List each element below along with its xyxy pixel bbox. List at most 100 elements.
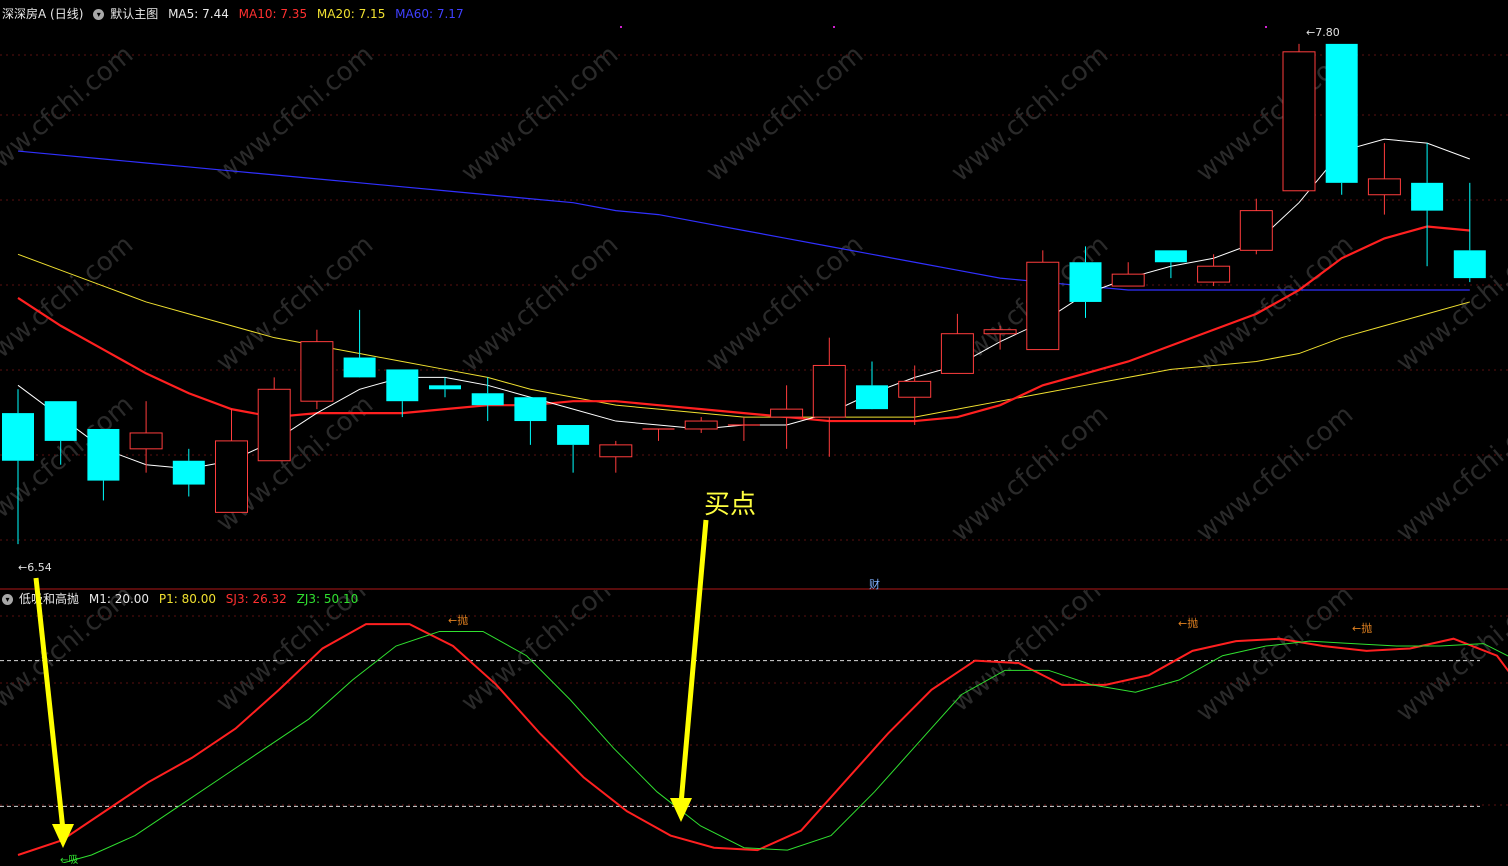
candle-body xyxy=(1197,265,1231,283)
zj3-value: ZJ3: 50.10 xyxy=(296,592,359,606)
candle xyxy=(1325,43,1358,195)
candle xyxy=(812,337,846,457)
candle xyxy=(386,369,419,418)
watermark: www.cfchi.com xyxy=(701,40,870,188)
candle-body xyxy=(812,364,846,418)
stock-title[interactable]: 深深房A (日线) xyxy=(2,7,83,21)
candle-body xyxy=(257,388,291,462)
candle xyxy=(1111,262,1145,287)
template-name[interactable]: 默认主图 xyxy=(110,7,158,21)
candle-body xyxy=(1282,51,1316,192)
sell-mark: ←抛 xyxy=(448,614,469,627)
candle xyxy=(343,309,376,378)
candle xyxy=(1197,254,1231,287)
candle-body xyxy=(343,357,376,378)
candle-body xyxy=(1069,262,1102,302)
watermark: www.cfchi.com xyxy=(1391,230,1508,378)
candle-body xyxy=(44,401,77,441)
candle-body xyxy=(1325,43,1358,183)
candle-body xyxy=(557,425,590,445)
candle xyxy=(1453,182,1486,283)
candle xyxy=(770,385,804,449)
candle xyxy=(684,417,718,433)
finance-marker[interactable]: 财 xyxy=(869,576,880,592)
absorb-mark: ←吸 xyxy=(60,855,79,866)
candle-body xyxy=(983,329,1017,335)
candle xyxy=(429,377,461,398)
ma10-value: MA10: 7.35 xyxy=(238,7,308,21)
candle-body xyxy=(129,432,163,450)
watermark: www.cfchi.com xyxy=(211,590,380,718)
candle-body xyxy=(599,444,633,458)
candle-body xyxy=(898,380,932,398)
candle xyxy=(514,397,547,445)
watermark: www.cfchi.com xyxy=(456,40,625,188)
stock-chart-window[interactable]: www.cfchi.com www.cfchi.com www.cfchi.com w… xyxy=(0,0,1508,866)
ma20-value: MA20: 7.15 xyxy=(316,7,386,21)
candle xyxy=(642,428,675,441)
watermark: www.cfchi.com xyxy=(1391,400,1508,548)
candle xyxy=(727,417,760,441)
watermark: www.cfchi.com xyxy=(211,40,380,188)
candle xyxy=(1367,143,1401,215)
ma60-value: MA60: 7.17 xyxy=(395,7,464,21)
main-header: 深深房A (日线) ▾ 默认主图 MA5: 7.44 MA10: 7.35 MA2… xyxy=(2,5,470,23)
indicator-toggle-icon[interactable]: ▾ xyxy=(2,594,13,605)
sell-mark: ←抛 xyxy=(1178,617,1199,630)
candle-body xyxy=(300,341,334,402)
candle xyxy=(257,377,291,462)
indicator-name[interactable]: 低吸和高抛 xyxy=(19,592,79,606)
watermark: www.cfchi.com xyxy=(701,230,870,378)
candle-body xyxy=(2,413,34,461)
candle-body xyxy=(856,385,888,410)
watermark: www.cfchi.com xyxy=(0,230,139,378)
price-low-label: ←6.54 xyxy=(18,561,52,574)
candle-body xyxy=(1026,261,1060,351)
sj3-value: SJ3: 26.32 xyxy=(225,592,287,606)
watermark: www.cfchi.com xyxy=(456,590,625,718)
candle xyxy=(599,440,633,473)
candle-body xyxy=(1367,178,1401,196)
watermark: www.cfchi.com xyxy=(1191,400,1360,548)
candle-body xyxy=(1239,210,1273,251)
buy-point-label: 买点 xyxy=(704,490,757,520)
watermark: www.cfchi.com xyxy=(946,590,1115,718)
indicator-header: ▾ 低吸和高抛 M1: 20.00 P1: 80.00 SJ3: 26.32 ZJ… xyxy=(2,590,364,608)
candle xyxy=(300,329,334,410)
candle-body xyxy=(940,333,974,374)
candle xyxy=(172,448,205,497)
candle-body xyxy=(514,397,547,422)
signal-dot xyxy=(833,26,835,28)
candle xyxy=(856,361,888,410)
watermark: www.cfchi.com xyxy=(456,230,625,378)
candle xyxy=(1282,43,1316,192)
m1-value: M1: 20.00 xyxy=(88,592,150,606)
candle-body xyxy=(386,369,419,402)
candle-body xyxy=(429,385,461,390)
candle-body xyxy=(172,460,205,485)
candle xyxy=(557,425,590,473)
candle xyxy=(1239,198,1273,255)
candle xyxy=(940,313,974,374)
candle xyxy=(1411,143,1444,267)
watermark: www.cfchi.com xyxy=(211,230,380,378)
watermark: www.cfchi.com xyxy=(1391,590,1508,728)
indicator-chart[interactable]: www.cfchi.com www.cfchi.com www.cfchi.com w… xyxy=(0,590,1508,863)
candle-body xyxy=(471,393,504,406)
sell-mark: ←抛 xyxy=(1352,622,1373,635)
candle xyxy=(87,428,120,501)
price-high-label: ←7.80 xyxy=(1306,26,1340,39)
candle-body xyxy=(215,440,248,513)
candle-body xyxy=(1154,250,1187,263)
ma5-value: MA5: 7.44 xyxy=(168,7,229,21)
watermark: www.cfchi.com xyxy=(0,40,139,188)
candle xyxy=(1026,250,1060,351)
candle-body xyxy=(1111,273,1145,287)
watermark: www.cfchi.com xyxy=(0,590,139,728)
candle xyxy=(215,409,248,513)
candle xyxy=(471,377,504,422)
template-toggle-icon[interactable]: ▾ xyxy=(93,9,105,20)
p1-value: P1: 80.00 xyxy=(158,592,216,606)
candle-body xyxy=(87,428,120,481)
watermark: www.cfchi.com xyxy=(946,40,1115,188)
